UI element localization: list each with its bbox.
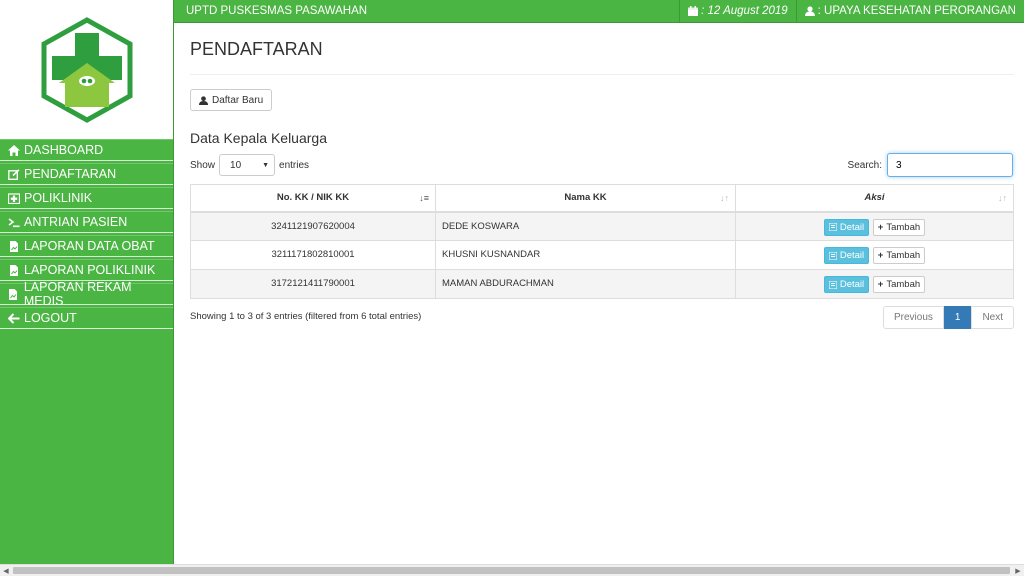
cell-nama: DEDE KOSWARA	[435, 211, 736, 241]
cell-nama: KHUSNI KUSNANDAR	[435, 240, 736, 270]
app-title: UPTD PUSKESMAS PASAWAHAN	[186, 5, 368, 17]
report-icon	[7, 240, 20, 252]
sidebar-item-poliklinik[interactable]: POLIKLINIK	[0, 187, 173, 209]
sidebar-item-label: LAPORAN DATA OBAT	[24, 239, 155, 253]
list-icon	[828, 251, 837, 260]
user-role: : UPAYA KESEHATAN PERORANGAN	[817, 5, 1016, 17]
edit-icon	[7, 168, 20, 180]
user-menu[interactable]: : UPAYA KESEHATAN PERORANGAN	[795, 0, 1024, 23]
pagination-previous[interactable]: Previous	[882, 306, 944, 329]
page-length-value: 10	[230, 159, 242, 171]
main-content: PENDAFTARAN Daftar Baru Data Kepala Kelu…	[190, 23, 1014, 329]
sort-icon: ↓↑	[998, 193, 1007, 203]
sidebar-item-logout[interactable]: LOGOUT	[0, 307, 173, 329]
show-label: Show	[190, 159, 216, 171]
sidebar-item-laporan-data-obat[interactable]: LAPORAN DATA OBAT	[0, 235, 173, 257]
report-icon	[7, 288, 20, 300]
table-row: 3172121411790001 MAMAN ABDURACHMAN Detai…	[190, 269, 1014, 299]
entries-label: entries	[279, 159, 310, 171]
detail-button[interactable]: Detail	[823, 218, 870, 236]
table-info: Showing 1 to 3 of 3 entries (filtered fr…	[190, 311, 422, 322]
tambah-button[interactable]: + Tambah	[872, 276, 926, 293]
terminal-icon	[7, 216, 20, 228]
sidebar-item-label: POLIKLINIK	[24, 191, 93, 205]
cell-kk: 3172121411790001	[190, 269, 436, 299]
section-title: Data Kepala Keluarga	[190, 130, 327, 146]
table-row: 3241121907620004 DEDE KOSWARA Detail + T…	[190, 211, 1014, 241]
report-icon	[7, 264, 20, 276]
user-icon	[804, 6, 815, 16]
page-title: PENDAFTARAN	[190, 39, 323, 59]
user-icon	[199, 95, 208, 105]
date-display: : 12 August 2019	[679, 0, 796, 23]
kepala-keluarga-table: No. KK / NIK KK ↓≡ Nama KK ↓↑ Aksi ↓↑ 32…	[190, 184, 1014, 299]
daftar-baru-button[interactable]: Daftar Baru	[190, 89, 273, 111]
search-control: Search:	[848, 153, 1013, 177]
search-label: Search:	[847, 159, 882, 171]
current-date: : 12 August 2019	[701, 5, 788, 17]
sidebar-item-antrian-pasien[interactable]: ANTRIAN PASIEN	[0, 211, 173, 233]
column-header-kk[interactable]: No. KK / NIK KK ↓≡	[190, 184, 436, 213]
page-length-select[interactable]: 10 ▼	[219, 154, 276, 176]
detail-button[interactable]: Detail	[823, 247, 870, 264]
arrow-left-icon	[7, 312, 20, 324]
sort-active-icon: ↓≡	[419, 193, 429, 203]
scrollbar-thumb[interactable]	[13, 567, 1010, 574]
sidebar-item-dashboard[interactable]: DASHBOARD	[0, 139, 173, 161]
page-length-control: Show 10 ▼ entries	[190, 154, 309, 176]
hospital-icon	[7, 192, 20, 204]
pagination-next[interactable]: Next	[971, 306, 1014, 329]
table-header-row: No. KK / NIK KK ↓≡ Nama KK ↓↑ Aksi ↓↑	[190, 184, 1014, 213]
divider	[190, 74, 1014, 75]
sort-icon: ↓↑	[720, 193, 729, 203]
sidebar-item-label: PENDAFTARAN	[24, 167, 117, 181]
puskesmas-logo	[41, 16, 132, 123]
cell-aksi: Detail + Tambah	[735, 240, 1014, 270]
home-icon	[7, 144, 20, 156]
tambah-button[interactable]: + Tambah	[872, 218, 926, 236]
pagination: Previous 1 Next	[882, 306, 1014, 329]
cell-aksi: Detail + Tambah	[735, 269, 1014, 299]
calendar-icon	[688, 6, 699, 16]
scroll-left-arrow[interactable]: ◀	[0, 565, 12, 576]
table-row: 3211171802810001 KHUSNI KUSNANDAR Detail…	[190, 240, 1014, 270]
sidebar: DASHBOARD PENDAFTARAN POLIKLINIK ANTRIAN…	[0, 0, 174, 564]
detail-button[interactable]: Detail	[823, 276, 870, 293]
plus-icon: +	[877, 221, 884, 233]
sidebar-item-label: DASHBOARD	[24, 143, 104, 157]
caret-down-icon: ▼	[262, 161, 270, 169]
plus-icon: +	[877, 250, 884, 261]
daftar-baru-label: Daftar Baru	[212, 94, 264, 106]
cell-kk: 3241121907620004	[190, 211, 436, 241]
cell-kk: 3211171802810001	[190, 240, 436, 270]
cell-nama: MAMAN ABDURACHMAN	[435, 269, 736, 299]
list-icon	[828, 280, 837, 289]
column-header-nama[interactable]: Nama KK ↓↑	[435, 184, 736, 213]
horizontal-scrollbar[interactable]: ◀ ▶	[0, 564, 1024, 576]
sidebar-item-laporan-poliklinik[interactable]: LAPORAN POLIKLINIK	[0, 259, 173, 281]
sidebar-item-laporan-rekam-medis[interactable]: LAPORAN REKAM MEDIS	[0, 280, 173, 308]
scroll-right-arrow[interactable]: ▶	[1012, 565, 1024, 576]
plus-icon: +	[877, 279, 884, 290]
sidebar-item-label: ANTRIAN PASIEN	[24, 215, 128, 229]
list-icon	[828, 223, 837, 231]
pagination-page-1[interactable]: 1	[943, 306, 972, 329]
sidebar-item-label: LOGOUT	[24, 311, 77, 325]
search-input[interactable]	[887, 153, 1013, 177]
sidebar-item-label: LAPORAN REKAM MEDIS	[23, 280, 132, 308]
top-navbar: UPTD PUSKESMAS PASAWAHAN : 12 August 201…	[174, 0, 1024, 23]
column-header-aksi[interactable]: Aksi ↓↑	[735, 184, 1014, 213]
sidebar-item-label: LAPORAN POLIKLINIK	[24, 263, 156, 277]
sidebar-item-pendaftaran[interactable]: PENDAFTARAN	[0, 163, 173, 185]
tambah-button[interactable]: + Tambah	[872, 247, 926, 264]
logo-area	[0, 0, 173, 139]
cell-aksi: Detail + Tambah	[735, 211, 1014, 241]
